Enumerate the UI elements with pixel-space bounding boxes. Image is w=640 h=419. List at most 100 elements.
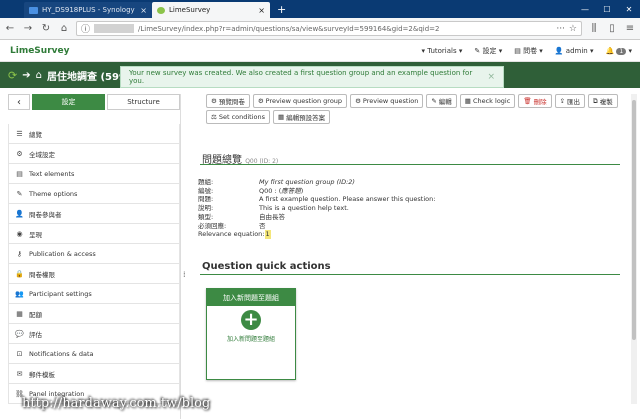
back-arrow-icon[interactable]: ← (4, 23, 16, 34)
set-conditions-button[interactable]: ⚖ Set conditions (206, 110, 271, 124)
preview-group-button[interactable]: ⚙ Preview question group (252, 94, 348, 108)
library-icon[interactable]: ⫼ (588, 23, 600, 34)
browser-navbar: ← → ↻ ⌂ ⓘ /LimeSurvey/index.php?r=admin/… (0, 18, 640, 40)
tab-settings[interactable]: 設定 (32, 94, 105, 110)
alert-close-icon[interactable]: × (487, 72, 495, 82)
tab-synology[interactable]: HY_DS918PLUS - Synology S × (24, 2, 152, 18)
list-icon: ☰ (16, 129, 23, 138)
close-tab-icon[interactable]: × (258, 6, 265, 15)
sidebar-item-theme-options[interactable]: ✎ Theme options (8, 184, 180, 204)
pencil-icon: ✎ (431, 97, 437, 105)
tab-limesurvey[interactable]: LimeSurvey × (152, 2, 270, 18)
surveys-menu[interactable]: ▤ 問卷 ▾ (514, 46, 543, 56)
preview-survey-button[interactable]: ⚙ 預覽問卷 (206, 94, 250, 108)
browser-tab-bar: HY_DS918PLUS - Synology S × LimeSurvey ×… (0, 0, 640, 18)
sidebar: ‹ 設定 Structure ☰ 總覽 ⚙ 全域設定 ▤ Text elements … (8, 94, 181, 419)
survey-logo-icon: ⟳ (8, 68, 18, 82)
feed-icon: ⊡ (16, 349, 23, 358)
copy-button[interactable]: ⧉ 複製 (588, 94, 618, 108)
sidebar-item-notifications[interactable]: ⊡ Notifications & data (8, 344, 180, 364)
sidebar-item-email-templates[interactable]: ✉ 郵件模板 (8, 364, 180, 384)
detail-row: 編號: Q00 : (應答題) (198, 186, 304, 195)
close-window-icon[interactable]: ✕ (618, 5, 640, 14)
alert-message: Your new survey was created. We also cre… (129, 69, 473, 85)
success-alert: Your new survey was created. We also cre… (120, 66, 504, 88)
forward-arrow-icon[interactable]: → (22, 23, 34, 34)
key-icon: ⚷ (16, 249, 23, 258)
quick-actions-title: Question quick actions (202, 261, 331, 272)
relevance-value: 1 (264, 230, 271, 239)
url-text: /LimeSurvey/index.php?r=admin/questions/… (138, 24, 440, 33)
check-logic-button[interactable]: ▦ Check logic (459, 94, 516, 108)
divider (200, 164, 620, 165)
cog-icon: ⚙ (211, 97, 217, 105)
sidebar-item-text-elements[interactable]: ▤ Text elements (8, 164, 180, 184)
bookmark-star-icon[interactable]: ☆ (569, 24, 577, 34)
close-tab-icon[interactable]: × (140, 6, 147, 15)
brand-logo[interactable]: LimeSurvey (10, 46, 69, 56)
relevance-row: Relevance equation: 1 (198, 230, 271, 239)
redacted-host (94, 24, 135, 33)
main-content: ⚙ 預覽問卷 ⚙ Preview question group ⚙ Preview q… (190, 90, 630, 419)
sidebar-item-publication[interactable]: ⚷ Publication & access (8, 244, 180, 264)
sidebar-item-quotas[interactable]: ▦ 配額 (8, 304, 180, 324)
edit-default-answers-button[interactable]: ▦ 編輯預設答案 (273, 110, 331, 124)
new-tab-button[interactable]: + (270, 2, 293, 18)
envelope-icon: ✉ (16, 369, 23, 378)
sidebar-item-presentation[interactable]: ◉ 呈現 (8, 224, 180, 244)
export-icon: ⇪ (559, 97, 566, 105)
collapse-sidebar-button[interactable]: ‹ (8, 94, 30, 110)
settings-menu[interactable]: ✎ 設定 ▾ (474, 46, 502, 56)
synology-favicon-icon (29, 6, 38, 14)
users-icon: 👥 (15, 289, 24, 298)
delete-button[interactable]: 🗑 刪除 (518, 94, 552, 108)
limesurvey-favicon-icon (157, 6, 165, 14)
paint-brush-icon: ✎ (16, 189, 23, 198)
add-question-panel[interactable]: 加入新問題至題組 + 加入新問題至題組 (206, 288, 296, 380)
user-menu[interactable]: 👤 admin ▾ (555, 47, 594, 55)
add-question-label[interactable]: 加入新問題至題組 (207, 334, 295, 343)
sidebar-toggle-icon[interactable]: ▯ (606, 23, 618, 34)
file-text-icon: ▤ (16, 169, 23, 178)
cog-icon: ⚙ (257, 97, 264, 105)
add-question-panel-header: 加入新問題至題組 (207, 289, 295, 306)
tab-structure[interactable]: Structure (107, 94, 180, 110)
sidebar-item-overview[interactable]: ☰ 總覽 (8, 124, 180, 144)
detail-row: 說明: This is a question help text. (198, 204, 349, 213)
trash-icon: 🗑 (523, 97, 532, 105)
conditions-icon: ⚖ (211, 113, 217, 121)
preview-question-button[interactable]: ⚙ Preview question (350, 94, 424, 108)
sidebar-item-permissions[interactable]: 🔒 問卷權限 (8, 264, 180, 284)
sidebar-item-participant-settings[interactable]: 👥 Participant settings (8, 284, 180, 304)
detail-row: 類型: 自由長答 (198, 212, 285, 221)
sidebar-item-assessments[interactable]: 💬 評估 (8, 324, 180, 344)
scrollbar-thumb[interactable] (632, 100, 636, 340)
maximize-icon[interactable]: ☐ (596, 5, 618, 14)
home-icon[interactable]: ⌂ (36, 70, 42, 81)
home-icon[interactable]: ⌂ (58, 23, 70, 34)
tasks-icon: ▦ (16, 309, 23, 318)
address-bar[interactable]: ⓘ /LimeSurvey/index.php?r=admin/question… (76, 21, 582, 36)
menu-icon[interactable]: ≡ (624, 23, 636, 34)
sidebar-item-participants[interactable]: 👤 問卷參與者 (8, 204, 180, 224)
info-icon[interactable]: ⓘ (81, 22, 90, 35)
plus-circle-icon[interactable]: + (241, 310, 261, 330)
window-controls: — ☐ ✕ (574, 0, 640, 18)
detail-row: 問題: A first example question. Please answ… (198, 195, 436, 204)
export-button[interactable]: ⇪ 匯出 (554, 94, 586, 108)
sidebar-resize-handle[interactable]: ⁞ (183, 270, 186, 279)
sidebar-item-general-settings[interactable]: ⚙ 全域設定 (8, 144, 180, 164)
question-toolbar: ⚙ 預覽問卷 ⚙ Preview question group ⚙ Preview q… (206, 94, 626, 124)
edit-button[interactable]: ✎ 編輯 (426, 94, 457, 108)
question-details: 題組: My first question group (ID:2) 編號: Q00… (198, 178, 435, 239)
reload-icon[interactable]: ↻ (40, 23, 52, 34)
more-icon[interactable]: ··· (556, 24, 565, 34)
sidebar-tabs: ‹ 設定 Structure (8, 94, 180, 110)
minimize-icon[interactable]: — (574, 5, 596, 14)
notification-count: 1 (616, 47, 627, 55)
top-nav: ▾ Tutorials ▾ ✎ 設定 ▾ ▤ 問卷 ▾ 👤 admin ▾ 🔔 … (422, 46, 632, 56)
cog-icon: ⚙ (355, 97, 361, 105)
app-header: LimeSurvey ▾ Tutorials ▾ ✎ 設定 ▾ ▤ 問卷 ▾ 👤… (0, 40, 640, 62)
tutorials-menu[interactable]: ▾ Tutorials ▾ (422, 47, 463, 55)
notifications-menu[interactable]: 🔔 1 ▾ (605, 47, 632, 55)
